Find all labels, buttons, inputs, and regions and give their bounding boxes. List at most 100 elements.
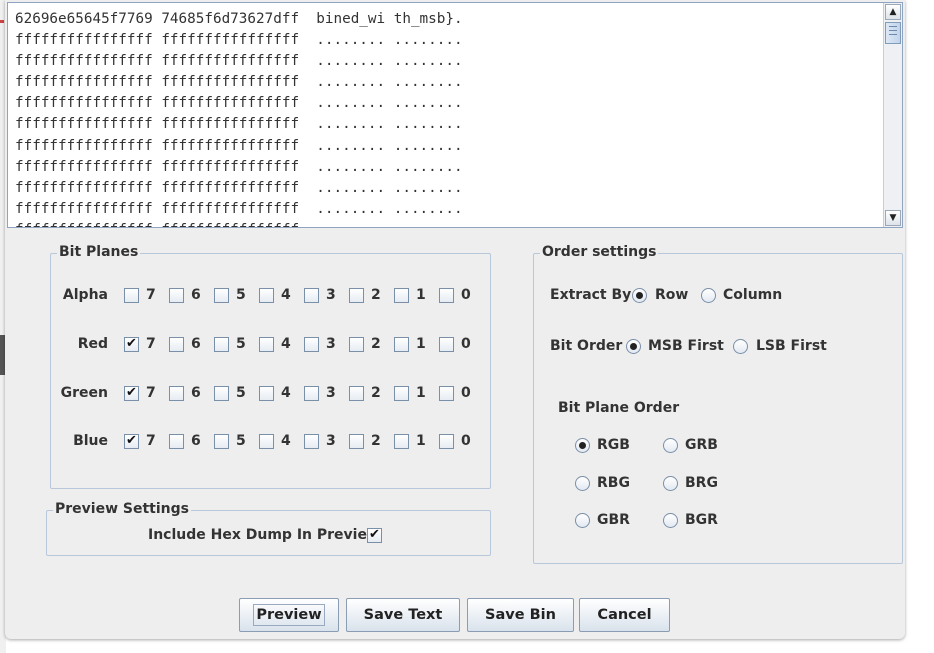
green-bit-5-label[interactable]: 5 bbox=[236, 385, 246, 401]
red-bit-3-label[interactable]: 3 bbox=[326, 336, 336, 352]
blue-bit-2-label[interactable]: 2 bbox=[371, 433, 381, 449]
green-bit-4-checkbox[interactable] bbox=[259, 386, 274, 401]
green-bit-1-checkbox[interactable] bbox=[394, 386, 409, 401]
red-bit-6-label[interactable]: 6 bbox=[191, 336, 201, 352]
red-bit-2-checkbox[interactable] bbox=[349, 337, 364, 352]
bit-plane-order-bgr-label[interactable]: BGR bbox=[685, 512, 718, 528]
blue-bit-1-label[interactable]: 1 bbox=[416, 433, 426, 449]
bit-plane-order-grb-label[interactable]: GRB bbox=[685, 437, 718, 453]
alpha-bit-5-checkbox[interactable] bbox=[214, 288, 229, 303]
alpha-bit-2-checkbox[interactable] bbox=[349, 288, 364, 303]
extract-by-row-label[interactable]: Row bbox=[655, 287, 688, 303]
blue-bit-0-label[interactable]: 0 bbox=[461, 433, 471, 449]
green-bit-1-label[interactable]: 1 bbox=[416, 385, 426, 401]
hex-dump-line: 62696e65645f7769 74685f6d73627dff bined_… bbox=[15, 11, 463, 27]
red-bit-5-label[interactable]: 5 bbox=[236, 336, 246, 352]
green-bit-5-checkbox[interactable] bbox=[214, 386, 229, 401]
bit-plane-order-brg-label[interactable]: BRG bbox=[685, 475, 718, 491]
bit-planes-title: Bit Planes bbox=[57, 244, 141, 260]
cancel-button[interactable]: Cancel bbox=[579, 598, 670, 632]
bit-plane-order-gbr-radio[interactable] bbox=[575, 513, 590, 528]
green-bit-3-label[interactable]: 3 bbox=[326, 385, 336, 401]
red-row-label: Red bbox=[77, 336, 108, 352]
green-bit-0-label[interactable]: 0 bbox=[461, 385, 471, 401]
green-bit-6-checkbox[interactable] bbox=[169, 386, 184, 401]
red-bit-2-label[interactable]: 2 bbox=[371, 336, 381, 352]
blue-bit-2-checkbox[interactable] bbox=[349, 434, 364, 449]
extract-by-row-radio[interactable] bbox=[632, 288, 647, 303]
bit-plane-order-bgr-radio[interactable] bbox=[663, 513, 678, 528]
bit-plane-order-gbr-label[interactable]: GBR bbox=[597, 512, 630, 528]
preview-button[interactable]: Preview bbox=[239, 598, 339, 632]
alpha-bit-3-checkbox[interactable] bbox=[304, 288, 319, 303]
green-bit-3-checkbox[interactable] bbox=[304, 386, 319, 401]
include-hex-dump-checkbox[interactable]: ✔ bbox=[367, 528, 382, 543]
blue-bit-5-checkbox[interactable] bbox=[214, 434, 229, 449]
blue-bit-4-label[interactable]: 4 bbox=[281, 433, 291, 449]
bit-plane-order-rgb-label[interactable]: RGB bbox=[597, 437, 630, 453]
blue-bit-5-label[interactable]: 5 bbox=[236, 433, 246, 449]
green-bit-4-label[interactable]: 4 bbox=[281, 385, 291, 401]
save-bin-button[interactable]: Save Bin bbox=[467, 598, 574, 632]
scroll-down-arrow-icon[interactable]: ▼ bbox=[885, 210, 901, 226]
blue-bit-3-label[interactable]: 3 bbox=[326, 433, 336, 449]
blue-bit-4-checkbox[interactable] bbox=[259, 434, 274, 449]
alpha-bit-3-label[interactable]: 3 bbox=[326, 287, 336, 303]
bit-plane-order-brg-radio[interactable] bbox=[663, 476, 678, 491]
alpha-bit-2-label[interactable]: 2 bbox=[371, 287, 381, 303]
blue-bit-7-label[interactable]: 7 bbox=[146, 433, 156, 449]
scrollbar-thumb[interactable] bbox=[885, 22, 901, 44]
extract-by-column-label[interactable]: Column bbox=[723, 287, 782, 303]
red-bit-5-checkbox[interactable] bbox=[214, 337, 229, 352]
alpha-bit-4-checkbox[interactable] bbox=[259, 288, 274, 303]
green-bit-0-checkbox[interactable] bbox=[439, 386, 454, 401]
red-bit-1-label[interactable]: 1 bbox=[416, 336, 426, 352]
red-bit-7-label[interactable]: 7 bbox=[146, 336, 156, 352]
green-bit-7-checkbox[interactable]: ✔ bbox=[124, 386, 139, 401]
blue-bit-7-checkbox[interactable]: ✔ bbox=[124, 434, 139, 449]
bit-plane-order-rgb-radio[interactable] bbox=[575, 438, 590, 453]
red-bit-4-checkbox[interactable] bbox=[259, 337, 274, 352]
alpha-bit-1-checkbox[interactable] bbox=[394, 288, 409, 303]
alpha-bit-6-label[interactable]: 6 bbox=[191, 287, 201, 303]
green-bit-2-checkbox[interactable] bbox=[349, 386, 364, 401]
bit-order-msb-first-radio[interactable] bbox=[626, 339, 641, 354]
green-bit-7-label[interactable]: 7 bbox=[146, 385, 156, 401]
extract-by-column-radio[interactable] bbox=[701, 288, 716, 303]
bit-plane-order-rbg-radio[interactable] bbox=[575, 476, 590, 491]
alpha-bit-0-checkbox[interactable] bbox=[439, 288, 454, 303]
bit-plane-order-grb-radio[interactable] bbox=[663, 438, 678, 453]
save-text-button[interactable]: Save Text bbox=[346, 598, 460, 632]
green-bit-6-label[interactable]: 6 bbox=[191, 385, 201, 401]
hex-dump-text-area[interactable]: 62696e65645f7769 74685f6d73627dff bined_… bbox=[7, 2, 903, 228]
blue-bit-1-checkbox[interactable] bbox=[394, 434, 409, 449]
bit-plane-order-rbg-label[interactable]: RBG bbox=[597, 475, 630, 491]
green-bit-2-label[interactable]: 2 bbox=[371, 385, 381, 401]
blue-bit-0-checkbox[interactable] bbox=[439, 434, 454, 449]
red-bit-0-checkbox[interactable] bbox=[439, 337, 454, 352]
alpha-bit-5-label[interactable]: 5 bbox=[236, 287, 246, 303]
alpha-bit-6-checkbox[interactable] bbox=[169, 288, 184, 303]
scroll-up-arrow-icon[interactable]: ▲ bbox=[885, 4, 901, 20]
red-bit-3-checkbox[interactable] bbox=[304, 337, 319, 352]
alpha-bit-7-label[interactable]: 7 bbox=[146, 287, 156, 303]
red-bit-4-label[interactable]: 4 bbox=[281, 336, 291, 352]
alpha-bit-0-label[interactable]: 0 bbox=[461, 287, 471, 303]
blue-bit-3-checkbox[interactable] bbox=[304, 434, 319, 449]
alpha-bit-1-label[interactable]: 1 bbox=[416, 287, 426, 303]
blue-bit-6-checkbox[interactable] bbox=[169, 434, 184, 449]
red-bit-0-label[interactable]: 0 bbox=[461, 336, 471, 352]
bit-order-msb-first-label[interactable]: MSB First bbox=[648, 338, 724, 354]
alpha-bit-7-checkbox[interactable] bbox=[124, 288, 139, 303]
hex-dump-line: ffffffffffffffff ffffffffffffffff ......… bbox=[15, 53, 463, 70]
red-bit-7-checkbox[interactable]: ✔ bbox=[124, 337, 139, 352]
hex-dump-scrollbar[interactable]: ▲ ▼ bbox=[883, 3, 902, 227]
bit-order-lsb-first-radio[interactable] bbox=[733, 339, 748, 354]
red-bit-6-checkbox[interactable] bbox=[169, 337, 184, 352]
preview-settings-title: Preview Settings bbox=[53, 501, 191, 517]
bit-order-lsb-first-label[interactable]: LSB First bbox=[756, 338, 827, 354]
hex-dump-line: ffffffffffffffff ffffffffffffffff ......… bbox=[15, 158, 463, 175]
alpha-bit-4-label[interactable]: 4 bbox=[281, 287, 291, 303]
red-bit-1-checkbox[interactable] bbox=[394, 337, 409, 352]
blue-bit-6-label[interactable]: 6 bbox=[191, 433, 201, 449]
